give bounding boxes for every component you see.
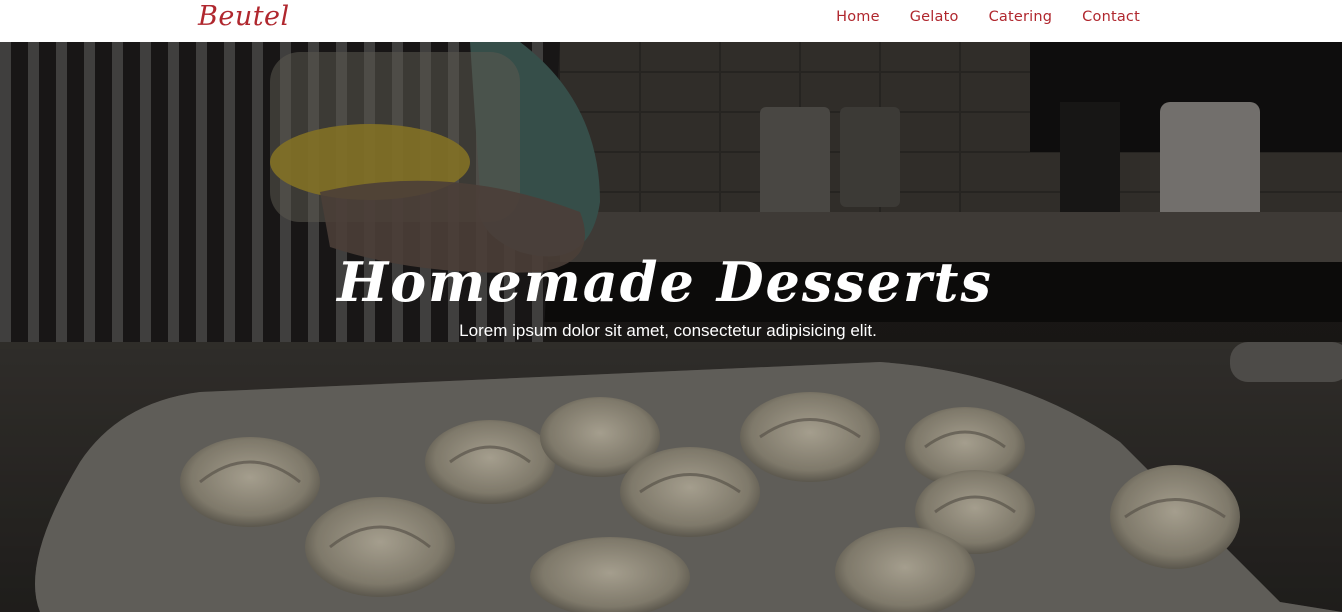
nav-link-home[interactable]: Home bbox=[836, 9, 880, 25]
nav-item-home: Home bbox=[836, 8, 880, 26]
nav-item-catering: Catering bbox=[989, 8, 1053, 26]
hero-subtitle: Lorem ipsum dolor sit amet, consectetur … bbox=[459, 321, 877, 340]
nav-menu: Home Gelato Catering Contact bbox=[806, 0, 1140, 34]
nav-link-gelato[interactable]: Gelato bbox=[910, 9, 959, 25]
hero-content: Homemade Desserts Lorem ipsum dolor sit … bbox=[0, 247, 1342, 341]
brand-logo[interactable]: Beutel bbox=[198, 0, 290, 34]
nav-link-catering[interactable]: Catering bbox=[989, 9, 1053, 25]
nav-item-contact: Contact bbox=[1082, 8, 1140, 26]
hero-section: Homemade Desserts Lorem ipsum dolor sit … bbox=[0, 42, 1342, 612]
navbar: Beutel Home Gelato Catering Contact bbox=[0, 0, 1342, 42]
nav-item-gelato: Gelato bbox=[910, 8, 959, 26]
hero-title: Homemade Desserts bbox=[337, 250, 993, 314]
nav-link-contact[interactable]: Contact bbox=[1082, 9, 1140, 25]
